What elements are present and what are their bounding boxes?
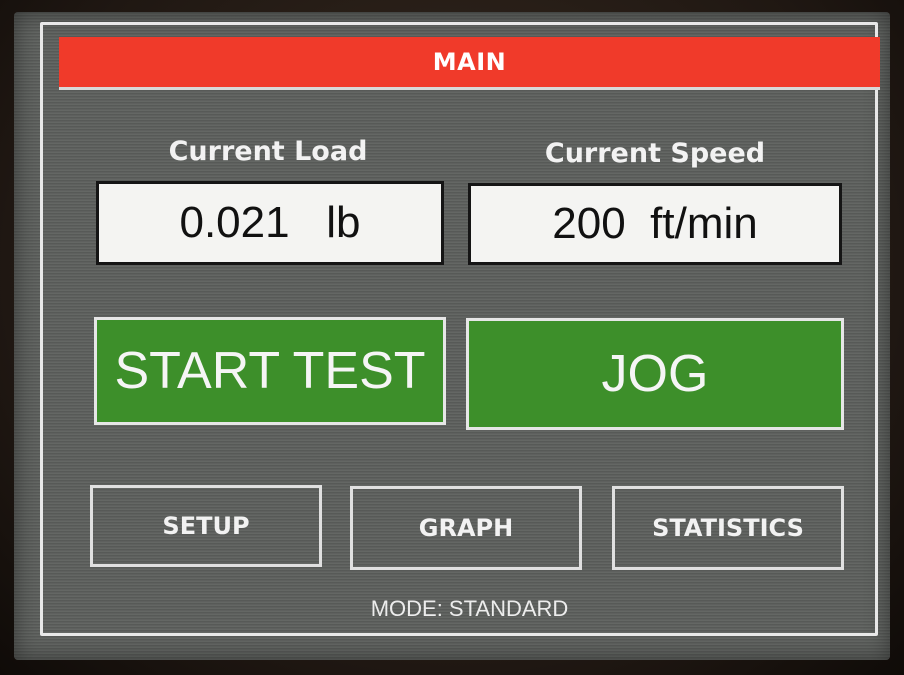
statistics-button[interactable]: STATISTICS [612,486,844,570]
jog-button[interactable]: JOG [466,318,844,430]
start-test-button[interactable]: START TEST [94,317,446,425]
graph-button[interactable]: GRAPH [350,486,582,570]
current-load-value: 0.021 lb [96,181,444,265]
current-load-label: Current Load [168,136,368,167]
mode-status: MODE: STANDARD [370,596,569,621]
page-title: MAIN [59,37,880,90]
current-speed-label: Current Speed [544,138,766,169]
setup-button[interactable]: SETUP [90,485,322,567]
current-speed-value: 200 ft/min [468,183,842,265]
